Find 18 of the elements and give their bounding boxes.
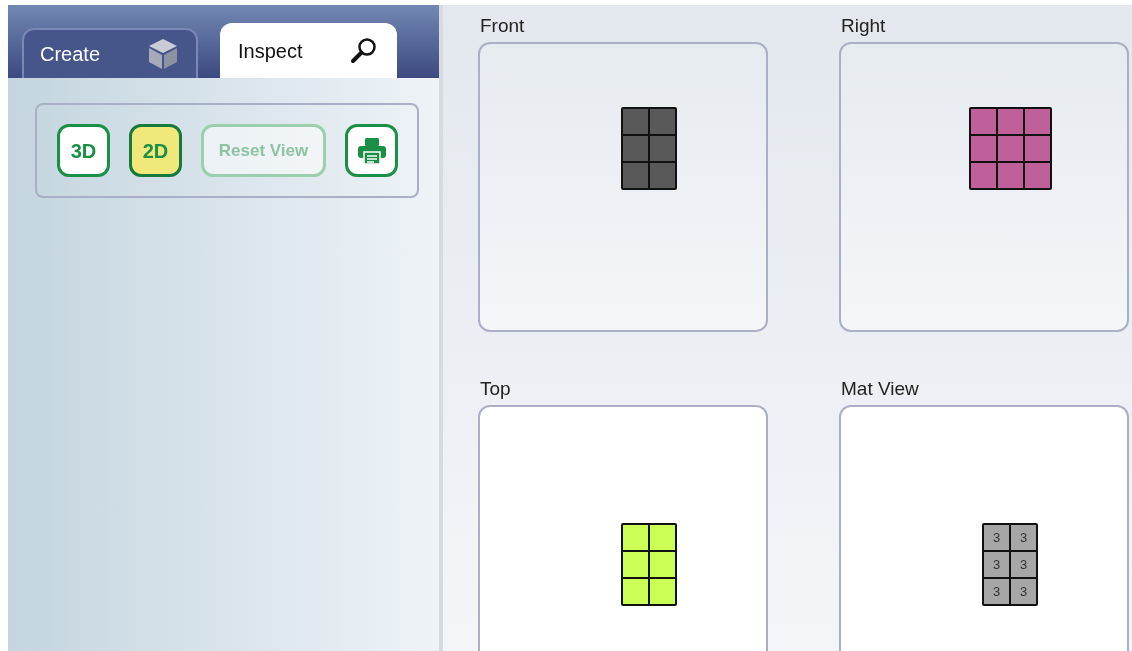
search-icon [349,35,379,66]
count-label: 3 [1011,525,1036,550]
view-mode-button[interactable]: 3D [57,124,110,177]
print-button[interactable] [345,124,398,177]
count-label: 3 [1011,552,1036,577]
view-mode-button[interactable]: 2D [129,124,182,177]
cube-icon [146,37,180,71]
view-title: Front [479,14,526,38]
count-label: 3 [984,579,1009,604]
view-title: Right [840,14,887,38]
tab[interactable]: Inspect [220,23,397,78]
count-label: 3 [984,525,1009,550]
tab[interactable]: Create [22,28,198,78]
view-title: Mat View [840,377,920,401]
view-title: Top [479,377,512,401]
count-label: 3 [1011,579,1036,604]
count-label: 3 [984,552,1009,577]
printer-icon [356,136,387,165]
